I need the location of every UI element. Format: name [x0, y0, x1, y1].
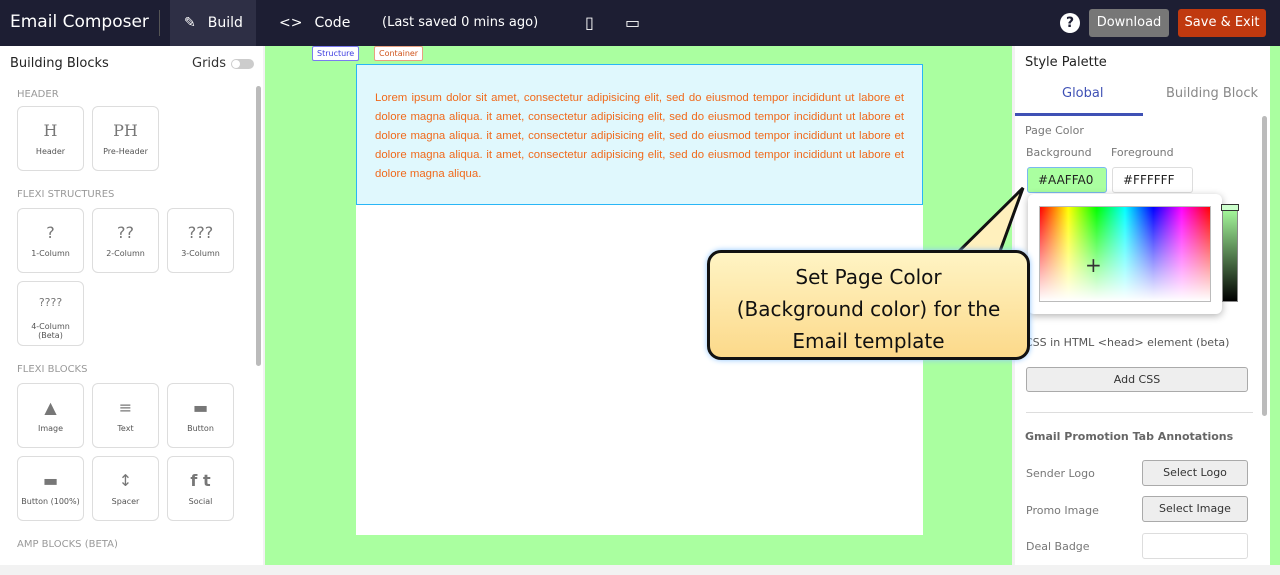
save-status: (Last saved 0 mins ago)	[382, 15, 539, 30]
structure-label[interactable]: Structure	[312, 46, 360, 61]
panel-title: Style Palette	[1025, 55, 1107, 70]
block-label: Button	[187, 424, 214, 433]
block-button-full[interactable]: ▬ Button (100%)	[17, 456, 84, 521]
header-icon: H	[43, 121, 58, 140]
block-pre-header[interactable]: PH Pre-Header	[92, 106, 159, 171]
scrollbar[interactable]	[1262, 116, 1267, 416]
section-header: FLEXI STRUCTURES	[17, 189, 115, 200]
css-label: CSS in HTML <head> element (beta)	[1025, 336, 1230, 349]
block-1-column[interactable]: ? 1-Column	[17, 208, 84, 273]
column-icon: ???	[187, 223, 214, 242]
deal-badge-input[interactable]	[1142, 533, 1248, 559]
column-icon: ?	[46, 223, 55, 242]
block-label: Social	[188, 497, 213, 506]
promo-image-label: Promo Image	[1026, 504, 1099, 517]
callout-line: Email template	[792, 329, 945, 353]
block-text[interactable]: ≡ Text	[92, 383, 159, 448]
background-label: Background	[1026, 146, 1092, 159]
color-picker-popup: +	[1028, 194, 1239, 314]
callout-line: (Background color) for the	[736, 297, 1001, 321]
color-spectrum[interactable]: +	[1039, 206, 1211, 302]
crosshair-icon[interactable]: +	[1085, 253, 1102, 277]
block-image[interactable]: ▲ Image	[17, 383, 84, 448]
block-4-column[interactable]: ???? 4-Column (Beta)	[17, 281, 84, 346]
section-header: FLEXI BLOCKS	[17, 364, 88, 375]
section-header: HEADER	[17, 89, 59, 100]
block-3-column[interactable]: ??? 3-Column	[167, 208, 234, 273]
grids-label: Grids	[192, 56, 227, 71]
grids-toggle[interactable]	[231, 59, 254, 69]
column-icon: ??	[117, 223, 134, 242]
section-header: AMP BLOCKS (BETA)	[17, 539, 118, 550]
block-label: Pre-Header	[103, 147, 148, 156]
canvas-edge	[1270, 46, 1280, 565]
button-icon: ▬	[192, 398, 209, 417]
block-label: 2-Column	[106, 249, 145, 258]
gmail-section-title: Gmail Promotion Tab Annotations	[1025, 430, 1234, 443]
background-color-input[interactable]: #AAFFA0	[1027, 167, 1107, 193]
column-icon: ????	[38, 296, 63, 309]
foreground-color-input[interactable]: #FFFFFF	[1112, 167, 1193, 193]
mobile-view-icon[interactable]: ▯	[585, 13, 594, 32]
button-icon: ▬	[42, 471, 59, 490]
text-icon: ≡	[118, 398, 133, 417]
social-icon: f t	[190, 471, 211, 490]
block-label: 1-Column	[31, 249, 70, 258]
foreground-label: Foreground	[1111, 146, 1174, 159]
tab-global[interactable]: Global	[1062, 86, 1103, 101]
tab-building-block[interactable]: Building Block	[1166, 86, 1258, 101]
page-color-label: Page Color	[1025, 124, 1084, 137]
block-label: Image	[37, 424, 64, 433]
image-icon: ▲	[44, 398, 57, 417]
callout-line: Set Page Color	[795, 265, 942, 289]
sender-logo-label: Sender Logo	[1026, 467, 1095, 480]
select-image-button[interactable]: Select Image	[1142, 496, 1248, 522]
save-exit-button[interactable]: Save & Exit	[1178, 9, 1266, 37]
block-label: Text	[117, 424, 134, 433]
block-label: 3-Column	[181, 249, 220, 258]
text-block[interactable]: Lorem ipsum dolor sit amet, consectetur …	[356, 64, 923, 205]
tab-label: Build	[207, 15, 243, 31]
block-2-column[interactable]: ?? 2-Column	[92, 208, 159, 273]
deal-badge-label: Deal Badge	[1026, 540, 1090, 553]
tab-label: Code	[314, 15, 351, 31]
block-header[interactable]: H Header	[17, 106, 84, 171]
building-blocks-panel: Building Blocks Grids HEADER H Header PH P…	[0, 46, 263, 565]
slider-handle[interactable]	[1221, 204, 1239, 211]
block-label: Spacer	[111, 497, 140, 506]
code-icon: <>	[279, 15, 303, 31]
add-css-button[interactable]: Add CSS	[1026, 367, 1248, 392]
block-spacer[interactable]: ↕ Spacer	[92, 456, 159, 521]
block-label: Button (100%)	[21, 497, 80, 506]
scrollbar[interactable]	[256, 86, 261, 366]
help-icon[interactable]: ?	[1060, 13, 1080, 33]
block-button[interactable]: ▬ Button	[167, 383, 234, 448]
tab-build[interactable]: ✎ Build	[170, 0, 256, 46]
block-social[interactable]: f t Social	[167, 456, 234, 521]
callout-tooltip: Set Page Color (Background color) for th…	[707, 250, 1030, 360]
spacer-icon: ↕	[118, 471, 133, 490]
app-title: Email Composer	[10, 12, 149, 32]
block-label: Header	[35, 147, 66, 156]
block-label: 4-Column (Beta)	[31, 322, 70, 340]
divider	[1026, 412, 1253, 413]
select-logo-button[interactable]: Select Logo	[1142, 460, 1248, 486]
download-button[interactable]: Download	[1089, 9, 1169, 37]
top-bar: Email Composer ✎ Build <> Code (Last saved…	[0, 0, 1280, 46]
pre-header-icon: PH	[113, 121, 138, 140]
panel-title: Building Blocks	[10, 56, 109, 71]
brightness-slider[interactable]	[1221, 204, 1239, 302]
container-label[interactable]: Container	[374, 46, 424, 61]
pencil-icon: ✎	[184, 15, 196, 31]
desktop-view-icon[interactable]: ▭	[625, 13, 640, 32]
divider	[159, 10, 160, 36]
active-tab-indicator	[1015, 113, 1143, 116]
tab-code[interactable]: <> Code	[265, 0, 364, 46]
